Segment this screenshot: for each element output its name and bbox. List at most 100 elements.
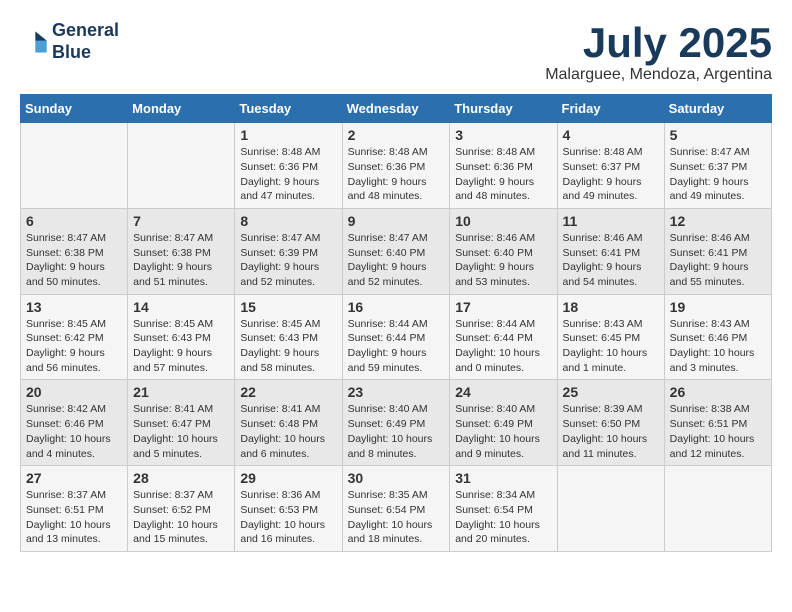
calendar-cell: 7 Sunrise: 8:47 AM Sunset: 6:38 PM Daylig… <box>128 208 235 294</box>
calendar-cell: 10 Sunrise: 8:46 AM Sunset: 6:40 PM Dayli… <box>450 208 557 294</box>
day-number: 26 <box>670 384 766 400</box>
day-details: Sunrise: 8:37 AM Sunset: 6:51 PM Dayligh… <box>26 488 122 547</box>
day-details: Sunrise: 8:47 AM Sunset: 6:38 PM Dayligh… <box>26 231 122 290</box>
day-number: 2 <box>348 127 445 143</box>
day-details: Sunrise: 8:47 AM Sunset: 6:38 PM Dayligh… <box>133 231 229 290</box>
calendar-cell: 8Sunrise: 8:47 AM Sunset: 6:39 PM Daylig… <box>235 208 342 294</box>
day-number: 21 <box>133 384 229 400</box>
col-header-tuesday: Tuesday <box>235 95 342 123</box>
calendar-cell: 5 Sunrise: 8:47 AM Sunset: 6:37 PM Daylig… <box>664 123 771 209</box>
calendar-cell: 31 Sunrise: 8:34 AM Sunset: 6:54 PM Dayli… <box>450 466 557 552</box>
day-details: Sunrise: 8:41 AM Sunset: 6:47 PM Dayligh… <box>133 402 229 461</box>
day-number: 31 <box>455 470 551 486</box>
day-number: 7 <box>133 213 229 229</box>
day-details: Sunrise: 8:38 AM Sunset: 6:51 PM Dayligh… <box>670 402 766 461</box>
col-header-saturday: Saturday <box>664 95 771 123</box>
day-number: 30 <box>348 470 445 486</box>
day-details: Sunrise: 8:46 AM Sunset: 6:41 PM Dayligh… <box>670 231 766 290</box>
calendar-cell: 25Sunrise: 8:39 AM Sunset: 6:50 PM Dayli… <box>557 380 664 466</box>
calendar-cell: 1Sunrise: 8:48 AM Sunset: 6:36 PM Daylig… <box>235 123 342 209</box>
day-details: Sunrise: 8:47 AM Sunset: 6:37 PM Dayligh… <box>670 145 766 204</box>
week-row-4: 20 Sunrise: 8:42 AM Sunset: 6:46 PM Dayli… <box>21 380 772 466</box>
day-number: 29 <box>240 470 336 486</box>
calendar-cell <box>664 466 771 552</box>
calendar-table: SundayMondayTuesdayWednesdayThursdayFrid… <box>20 94 772 552</box>
calendar-cell: 3 Sunrise: 8:48 AM Sunset: 6:36 PM Daylig… <box>450 123 557 209</box>
day-details: Sunrise: 8:40 AM Sunset: 6:49 PM Dayligh… <box>348 402 445 461</box>
calendar-cell: 9 Sunrise: 8:47 AM Sunset: 6:40 PM Daylig… <box>342 208 450 294</box>
calendar-cell <box>21 123 128 209</box>
day-number: 13 <box>26 299 122 315</box>
day-details: Sunrise: 8:48 AM Sunset: 6:36 PM Dayligh… <box>240 145 336 204</box>
day-details: Sunrise: 8:34 AM Sunset: 6:54 PM Dayligh… <box>455 488 551 547</box>
day-details: Sunrise: 8:45 AM Sunset: 6:42 PM Dayligh… <box>26 317 122 376</box>
main-title: July 2025 <box>545 20 772 66</box>
calendar-cell: 6 Sunrise: 8:47 AM Sunset: 6:38 PM Daylig… <box>21 208 128 294</box>
col-header-friday: Friday <box>557 95 664 123</box>
day-number: 3 <box>455 127 551 143</box>
day-number: 12 <box>670 213 766 229</box>
calendar-cell: 22Sunrise: 8:41 AM Sunset: 6:48 PM Dayli… <box>235 380 342 466</box>
day-details: Sunrise: 8:48 AM Sunset: 6:36 PM Dayligh… <box>348 145 445 204</box>
day-number: 6 <box>26 213 122 229</box>
day-details: Sunrise: 8:46 AM Sunset: 6:40 PM Dayligh… <box>455 231 551 290</box>
day-number: 14 <box>133 299 229 315</box>
calendar-cell: 17Sunrise: 8:44 AM Sunset: 6:44 PM Dayli… <box>450 294 557 380</box>
logo: General Blue <box>20 20 119 63</box>
page-header: General Blue July 2025 Malarguee, Mendoz… <box>20 20 772 84</box>
day-number: 23 <box>348 384 445 400</box>
day-number: 5 <box>670 127 766 143</box>
day-details: Sunrise: 8:42 AM Sunset: 6:46 PM Dayligh… <box>26 402 122 461</box>
col-header-wednesday: Wednesday <box>342 95 450 123</box>
header-row: SundayMondayTuesdayWednesdayThursdayFrid… <box>21 95 772 123</box>
day-number: 18 <box>563 299 659 315</box>
logo-icon <box>20 28 48 56</box>
week-row-5: 27 Sunrise: 8:37 AM Sunset: 6:51 PM Dayli… <box>21 466 772 552</box>
calendar-cell: 23 Sunrise: 8:40 AM Sunset: 6:49 PM Dayli… <box>342 380 450 466</box>
title-block: July 2025 Malarguee, Mendoza, Argentina <box>545 20 772 84</box>
day-number: 10 <box>455 213 551 229</box>
calendar-cell: 20 Sunrise: 8:42 AM Sunset: 6:46 PM Dayli… <box>21 380 128 466</box>
col-header-monday: Monday <box>128 95 235 123</box>
day-number: 27 <box>26 470 122 486</box>
day-number: 20 <box>26 384 122 400</box>
calendar-cell: 14 Sunrise: 8:45 AM Sunset: 6:43 PM Dayli… <box>128 294 235 380</box>
day-number: 28 <box>133 470 229 486</box>
calendar-cell: 29Sunrise: 8:36 AM Sunset: 6:53 PM Dayli… <box>235 466 342 552</box>
calendar-cell: 19Sunrise: 8:43 AM Sunset: 6:46 PM Dayli… <box>664 294 771 380</box>
week-row-1: 1Sunrise: 8:48 AM Sunset: 6:36 PM Daylig… <box>21 123 772 209</box>
day-number: 11 <box>563 213 659 229</box>
day-number: 24 <box>455 384 551 400</box>
calendar-cell: 26 Sunrise: 8:38 AM Sunset: 6:51 PM Dayli… <box>664 380 771 466</box>
calendar-cell: 11Sunrise: 8:46 AM Sunset: 6:41 PM Dayli… <box>557 208 664 294</box>
week-row-2: 6 Sunrise: 8:47 AM Sunset: 6:38 PM Daylig… <box>21 208 772 294</box>
logo-text: General Blue <box>52 20 119 63</box>
day-number: 16 <box>348 299 445 315</box>
day-details: Sunrise: 8:47 AM Sunset: 6:40 PM Dayligh… <box>348 231 445 290</box>
day-details: Sunrise: 8:45 AM Sunset: 6:43 PM Dayligh… <box>133 317 229 376</box>
col-header-sunday: Sunday <box>21 95 128 123</box>
day-details: Sunrise: 8:48 AM Sunset: 6:37 PM Dayligh… <box>563 145 659 204</box>
day-number: 19 <box>670 299 766 315</box>
week-row-3: 13 Sunrise: 8:45 AM Sunset: 6:42 PM Dayli… <box>21 294 772 380</box>
calendar-cell: 27 Sunrise: 8:37 AM Sunset: 6:51 PM Dayli… <box>21 466 128 552</box>
day-details: Sunrise: 8:44 AM Sunset: 6:44 PM Dayligh… <box>348 317 445 376</box>
calendar-cell: 28Sunrise: 8:37 AM Sunset: 6:52 PM Dayli… <box>128 466 235 552</box>
calendar-cell: 30 Sunrise: 8:35 AM Sunset: 6:54 PM Dayli… <box>342 466 450 552</box>
calendar-cell: 16 Sunrise: 8:44 AM Sunset: 6:44 PM Dayli… <box>342 294 450 380</box>
day-details: Sunrise: 8:43 AM Sunset: 6:45 PM Dayligh… <box>563 317 659 376</box>
day-number: 25 <box>563 384 659 400</box>
day-number: 9 <box>348 213 445 229</box>
day-details: Sunrise: 8:35 AM Sunset: 6:54 PM Dayligh… <box>348 488 445 547</box>
calendar-cell: 4Sunrise: 8:48 AM Sunset: 6:37 PM Daylig… <box>557 123 664 209</box>
col-header-thursday: Thursday <box>450 95 557 123</box>
calendar-cell: 15Sunrise: 8:45 AM Sunset: 6:43 PM Dayli… <box>235 294 342 380</box>
calendar-cell: 24Sunrise: 8:40 AM Sunset: 6:49 PM Dayli… <box>450 380 557 466</box>
day-details: Sunrise: 8:48 AM Sunset: 6:36 PM Dayligh… <box>455 145 551 204</box>
day-number: 15 <box>240 299 336 315</box>
subtitle: Malarguee, Mendoza, Argentina <box>545 66 772 84</box>
calendar-cell: 12 Sunrise: 8:46 AM Sunset: 6:41 PM Dayli… <box>664 208 771 294</box>
calendar-cell: 21 Sunrise: 8:41 AM Sunset: 6:47 PM Dayli… <box>128 380 235 466</box>
day-number: 17 <box>455 299 551 315</box>
day-details: Sunrise: 8:41 AM Sunset: 6:48 PM Dayligh… <box>240 402 336 461</box>
